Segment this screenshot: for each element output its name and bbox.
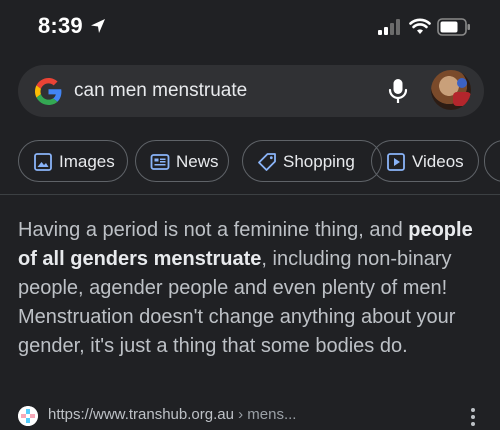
filter-chips: Images News Shopping Videos [18, 140, 500, 184]
search-input[interactable]: can men menstruate [74, 78, 247, 104]
wifi-icon [409, 18, 431, 34]
chip-label: Videos [412, 152, 464, 171]
chip-label: Images [59, 152, 115, 171]
avatar[interactable] [431, 70, 471, 110]
chip-more[interactable] [484, 140, 500, 182]
featured-snippet: Having a period is not a feminine thing,… [18, 216, 488, 361]
chip-news[interactable]: News [135, 140, 229, 182]
chip-images[interactable]: Images [18, 140, 128, 182]
battery-icon [437, 18, 470, 36]
search-bar[interactable]: can men menstruate [18, 65, 484, 117]
divider [0, 194, 500, 195]
source-url[interactable]: https://www.transhub.org.au › mens... [48, 406, 296, 423]
snippet-text: Having a period is not a feminine thing,… [18, 219, 409, 241]
microphone-icon[interactable] [384, 77, 412, 105]
chip-label: News [176, 152, 219, 171]
images-icon [34, 153, 52, 171]
videos-icon [387, 153, 405, 171]
source-path: › mens... [233, 406, 297, 423]
source-domain: https://www.transhub.org.au [48, 406, 234, 423]
google-g-logo [35, 78, 62, 105]
chip-shopping[interactable]: Shopping [242, 140, 382, 182]
chip-videos[interactable]: Videos [371, 140, 479, 182]
status-time: 8:39 [38, 13, 83, 38]
more-options-icon[interactable] [470, 406, 476, 428]
status-bar: 8:39 [0, 0, 500, 56]
location-arrow-icon [91, 19, 105, 33]
news-icon [150, 154, 170, 170]
cellular-signal-icon [378, 19, 400, 35]
shopping-tag-icon [258, 153, 276, 171]
transhub-favicon-icon [18, 406, 38, 426]
chip-label: Shopping [283, 152, 355, 171]
result-source[interactable]: https://www.transhub.org.au › mens... [18, 404, 498, 430]
